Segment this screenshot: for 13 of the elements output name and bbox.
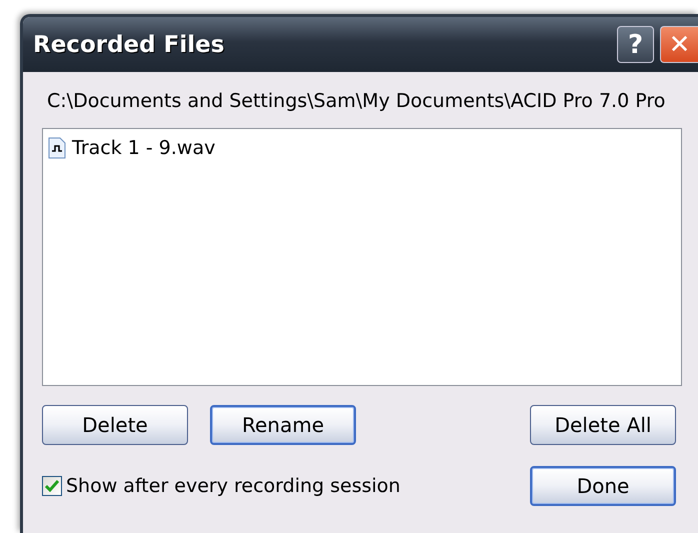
help-button[interactable]: ? xyxy=(617,26,654,63)
file-item[interactable]: Track 1 - 9.wav xyxy=(48,135,220,161)
folder-path: C:\Documents and Settings\Sam\My Documents\ACID Pro 7.0 Pro xyxy=(47,90,666,114)
delete-all-button[interactable]: Delete All xyxy=(530,405,676,445)
checkbox[interactable] xyxy=(42,476,62,496)
done-button[interactable]: Done xyxy=(530,466,676,506)
audio-file-icon xyxy=(48,137,66,159)
file-list[interactable]: Track 1 - 9.wav xyxy=(42,128,682,386)
checkbox-label: Show after every recording session xyxy=(66,475,400,497)
delete-button[interactable]: Delete xyxy=(42,405,188,445)
checkmark-icon xyxy=(45,480,59,492)
rename-button[interactable]: Rename xyxy=(210,405,356,445)
window-title: Recorded Files xyxy=(33,32,226,58)
